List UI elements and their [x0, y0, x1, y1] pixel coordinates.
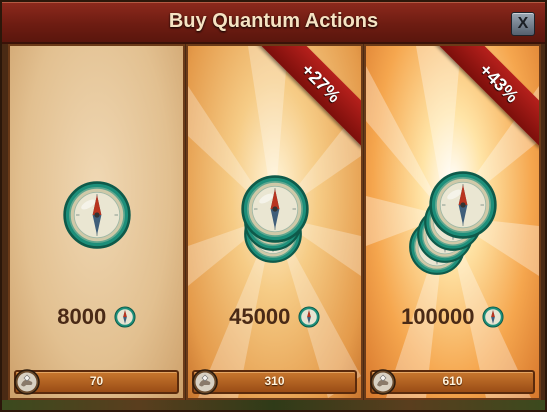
offer-amount: 8000 [57, 304, 107, 329]
offer-amount-row: 8000 [10, 304, 183, 330]
offer-cards: 8000 70 +27% 45000 310 +43% 100000 610 [6, 44, 541, 400]
dialog-title: Buy Quantum Actions [168, 10, 379, 32]
offer-card-2[interactable]: +27% 45000 310 [186, 44, 363, 400]
compass-icon [482, 306, 504, 328]
buy-button[interactable]: 610 [370, 370, 535, 394]
offer-card-3[interactable]: +43% 100000 610 [364, 44, 541, 400]
offer-card-1[interactable]: 8000 70 [8, 44, 185, 400]
background-strip [2, 400, 545, 410]
title-bar: Buy Quantum Actions X [2, 2, 545, 44]
buy-button[interactable]: 310 [192, 370, 357, 394]
price-label: 310 [264, 374, 285, 388]
compass-coin-icon [63, 181, 131, 249]
price-label: 610 [442, 374, 463, 388]
quantum-actions-dialog: Buy Quantum Actions X 8000 70 +27% 45000… [0, 0, 547, 412]
offer-amount-row: 100000 [366, 304, 539, 330]
compass-icon [114, 306, 136, 328]
offer-amount-row: 45000 [188, 304, 361, 330]
offer-amount: 45000 [229, 304, 291, 329]
close-icon: X [517, 15, 529, 32]
price-label: 70 [89, 374, 104, 388]
close-button[interactable]: X [511, 12, 535, 36]
compass-icon [298, 306, 320, 328]
offer-amount: 100000 [401, 304, 475, 329]
buy-button[interactable]: 70 [14, 370, 179, 394]
